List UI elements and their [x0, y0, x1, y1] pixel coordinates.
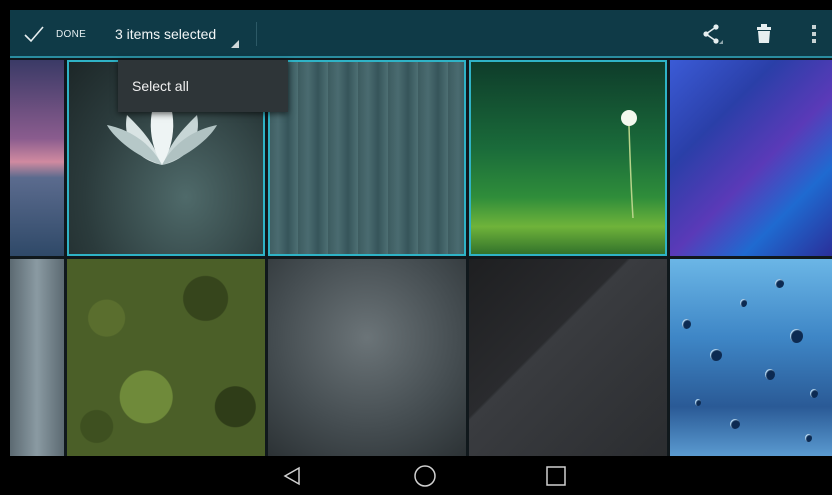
app-frame: DONE 3 items selected Select all [10, 10, 832, 495]
home-icon [414, 464, 436, 487]
share-icon [703, 24, 723, 44]
action-bar: DONE 3 items selected [10, 10, 832, 58]
home-button[interactable] [395, 456, 455, 495]
wood-wallpaper-tile[interactable] [268, 60, 466, 256]
metal-mesh-wallpaper-tile[interactable] [268, 259, 466, 456]
delete-button[interactable] [742, 10, 786, 58]
selection-popup-menu: Select all [118, 60, 288, 112]
selection-dropdown[interactable]: 3 items selected [115, 10, 255, 58]
raindrops-wallpaper-tile[interactable] [670, 259, 832, 456]
recents-button[interactable] [526, 456, 586, 495]
back-button[interactable] [262, 456, 322, 495]
overflow-menu-icon [812, 25, 816, 43]
steel-wallpaper-tile[interactable] [10, 259, 64, 456]
wallpaper-grid [10, 58, 832, 456]
trash-icon [757, 24, 771, 43]
navigation-bar [10, 456, 832, 495]
lake-wallpaper-tile[interactable] [10, 60, 64, 256]
done-label: DONE [56, 28, 87, 40]
back-icon [283, 466, 300, 485]
select-all-menu-item[interactable]: Select all [118, 60, 288, 112]
raindrop [695, 399, 701, 406]
raindrop [682, 319, 691, 329]
overflow-menu-button[interactable] [792, 10, 832, 58]
camouflage-wallpaper-tile[interactable] [67, 259, 265, 456]
dandelion-image [621, 110, 637, 218]
raindrop [810, 389, 818, 398]
carbon-wallpaper-tile[interactable] [469, 259, 667, 456]
recents-icon [546, 465, 566, 486]
done-button[interactable]: DONE [10, 10, 96, 58]
raindrop [805, 434, 812, 442]
raindrop [730, 419, 740, 429]
raindrop [775, 279, 784, 288]
dropdown-indicator-icon [231, 40, 239, 48]
blue-polygon-wallpaper-tile[interactable] [670, 60, 832, 256]
raindrop [765, 369, 775, 380]
raindrop [790, 329, 803, 343]
divider [256, 22, 257, 46]
selection-title: 3 items selected [115, 26, 217, 42]
check-icon [24, 26, 44, 43]
raindrop [740, 299, 747, 307]
dandelion-wallpaper-tile[interactable] [469, 60, 667, 256]
raindrop [710, 349, 722, 361]
share-button[interactable] [690, 10, 734, 58]
